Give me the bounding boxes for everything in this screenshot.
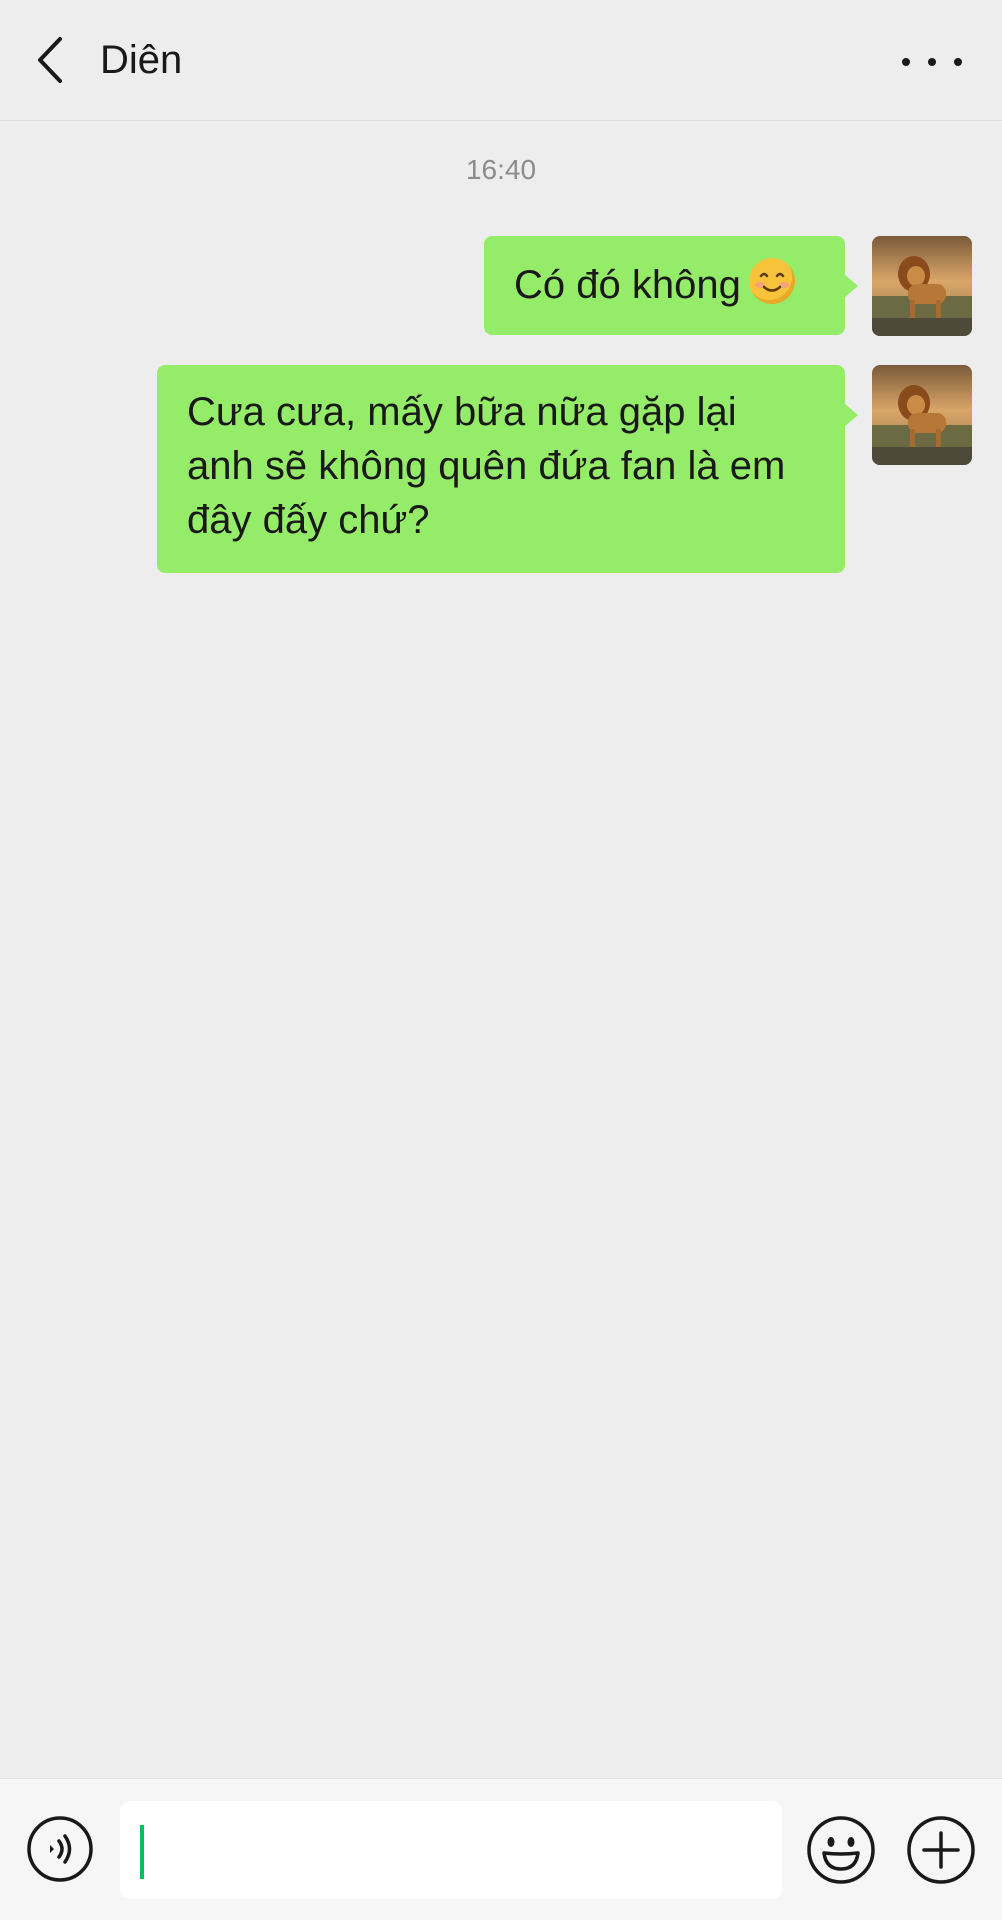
message-text-line: anh sẽ không quên đứa fan là em (187, 444, 786, 488)
message-text: Có đó không (514, 263, 741, 307)
emoji-button[interactable] (806, 1815, 876, 1885)
lion-avatar-image (872, 236, 972, 336)
message-text-line: Cưa cưa, mấy bữa nữa gặp lại (187, 390, 737, 434)
voice-button[interactable] (26, 1815, 94, 1883)
back-button[interactable] (26, 30, 76, 90)
chevron-left-icon (38, 37, 62, 83)
more-dot (902, 58, 910, 66)
more-button[interactable] (902, 38, 962, 86)
text-caret (140, 1825, 144, 1879)
user-avatar[interactable] (872, 365, 972, 465)
chat-title: Diên (100, 38, 183, 82)
message-timestamp: 16:40 (465, 154, 537, 185)
lion-avatar-image (872, 365, 972, 465)
message-bubble[interactable]: Cưa cưa, mấy bữa nữa gặp lại anh sẽ khôn… (157, 365, 858, 573)
smiling-face-icon (748, 258, 795, 304)
input-bar (0, 1778, 1002, 1920)
message-input[interactable] (120, 1801, 782, 1899)
voice-icon (27, 1816, 93, 1882)
plus-button[interactable] (906, 1815, 976, 1885)
emoji-icon (807, 1816, 875, 1884)
user-avatar[interactable] (872, 236, 972, 336)
chat-header: Diên (0, 0, 1002, 121)
more-dot (928, 58, 936, 66)
plus-icon (907, 1816, 975, 1884)
more-dot (954, 58, 962, 66)
message-text-line: đây đấy chứ? (187, 498, 430, 542)
message-bubble[interactable]: Có đó không (484, 236, 858, 335)
